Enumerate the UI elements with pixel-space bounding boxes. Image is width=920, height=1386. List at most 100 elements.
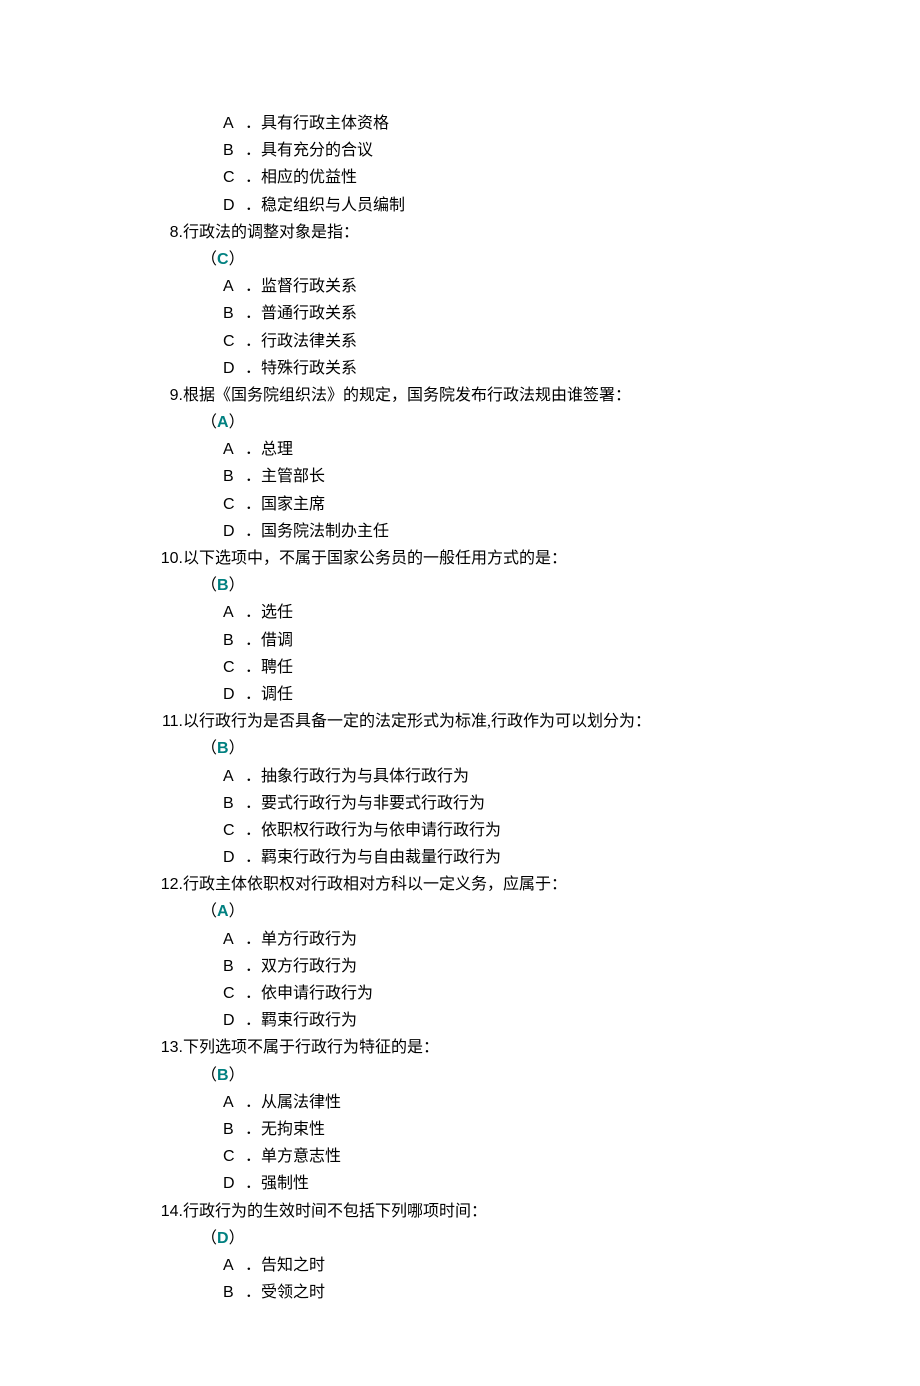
option-letter: B (223, 137, 245, 164)
option-period: ． (245, 822, 261, 839)
option-text: 稳定组织与人员编制 (261, 197, 405, 214)
option-line: C．相应的优益性 (140, 164, 780, 191)
option-line: A．从属法律性 (140, 1089, 780, 1116)
answer-line: （B） (140, 1062, 780, 1089)
option-letter: B (223, 463, 245, 490)
paren-close: ） (229, 577, 245, 594)
question-stem: 10.以下选项中，不属于国家公务员的一般任用方式的是： (140, 545, 780, 572)
option-line: B．普通行政关系 (140, 300, 780, 327)
option-line: D．羁束行政行为与自由裁量行政行为 (140, 844, 780, 871)
option-letter: D (223, 518, 245, 545)
option-line: D．强制性 (140, 1170, 780, 1197)
option-letter: D (223, 844, 245, 871)
option-text: 借调 (261, 632, 293, 649)
option-text: 主管部长 (261, 468, 325, 485)
option-letter: B (223, 300, 245, 327)
option-period: ． (245, 1121, 261, 1138)
option-line: D．羁束行政行为 (140, 1007, 780, 1034)
question-number: 12. (155, 871, 183, 898)
option-line: A．单方行政行为 (140, 926, 780, 953)
question-number: 10. (155, 545, 183, 572)
option-period: ． (245, 1148, 261, 1165)
answer-line: （C） (140, 246, 780, 273)
option-period: ． (245, 985, 261, 1002)
answer-letter: B (217, 577, 229, 594)
option-letter: B (223, 1116, 245, 1143)
option-line: B．具有充分的合议 (140, 137, 780, 164)
option-line: A．选任 (140, 599, 780, 626)
paren-open: （ (201, 1067, 217, 1084)
option-text: 单方意志性 (261, 1148, 341, 1165)
option-text: 依职权行政行为与依申请行政行为 (261, 822, 501, 839)
option-period: ． (245, 795, 261, 812)
option-period: ． (245, 1012, 261, 1029)
option-text: 具有充分的合议 (261, 142, 373, 159)
option-period: ． (245, 197, 261, 214)
option-line: D．国务院法制办主任 (140, 518, 780, 545)
option-period: ． (245, 1257, 261, 1274)
answer-line: （A） (140, 898, 780, 925)
question-stem: 11.以行政行为是否具备一定的法定形式为标准,行政作为可以划分为： (140, 708, 780, 735)
option-text: 受领之时 (261, 1284, 325, 1301)
option-line: C．行政法律关系 (140, 328, 780, 355)
option-line: B．要式行政行为与非要式行政行为 (140, 790, 780, 817)
option-text: 要式行政行为与非要式行政行为 (261, 795, 485, 812)
answer-letter: B (217, 740, 229, 757)
option-text: 具有行政主体资格 (261, 115, 389, 132)
option-period: ． (245, 278, 261, 295)
option-letter: A (223, 926, 245, 953)
option-period: ． (245, 142, 261, 159)
answer-line: （D） (140, 1225, 780, 1252)
question-list: A．具有行政主体资格B．具有充分的合议C．相应的优益性D．稳定组织与人员编制8.… (140, 110, 780, 1306)
option-text: 强制性 (261, 1175, 309, 1192)
option-text: 无拘束性 (261, 1121, 325, 1138)
option-period: ． (245, 468, 261, 485)
option-line: C．聘任 (140, 654, 780, 681)
option-text: 监督行政关系 (261, 278, 357, 295)
option-period: ． (245, 169, 261, 186)
question-number: 9. (155, 382, 183, 409)
paren-open: （ (201, 740, 217, 757)
question-text: 以下选项中，不属于国家公务员的一般任用方式的是： (183, 550, 567, 567)
question-number: 8. (155, 219, 183, 246)
option-text: 依申请行政行为 (261, 985, 373, 1002)
option-text: 总理 (261, 441, 293, 458)
option-letter: B (223, 627, 245, 654)
option-letter: A (223, 599, 245, 626)
option-line: D．特殊行政关系 (140, 355, 780, 382)
option-text: 从属法律性 (261, 1094, 341, 1111)
option-text: 行政法律关系 (261, 333, 357, 350)
paren-close: ） (229, 1230, 245, 1247)
option-period: ． (245, 604, 261, 621)
question-text: 根据《国务院组织法》的规定，国务院发布行政法规由谁签署： (183, 387, 631, 404)
question-stem: 8.行政法的调整对象是指： (140, 219, 780, 246)
paren-close: ） (229, 414, 245, 431)
option-text: 抽象行政行为与具体行政行为 (261, 768, 469, 785)
option-letter: B (223, 1279, 245, 1306)
paren-open: （ (201, 1230, 217, 1247)
question-text: 行政法的调整对象是指： (183, 224, 359, 241)
option-line: C．单方意志性 (140, 1143, 780, 1170)
option-period: ． (245, 115, 261, 132)
question-stem: 9.根据《国务院组织法》的规定，国务院发布行政法规由谁签署： (140, 382, 780, 409)
option-letter: A (223, 763, 245, 790)
option-letter: D (223, 192, 245, 219)
option-line: D．调任 (140, 681, 780, 708)
question-text: 以行政行为是否具备一定的法定形式为标准,行政作为可以划分为： (183, 713, 651, 730)
option-letter: A (223, 436, 245, 463)
answer-letter: A (217, 903, 229, 920)
option-letter: C (223, 164, 245, 191)
answer-letter: D (217, 1230, 229, 1247)
question-stem: 13.下列选项不属于行政行为特征的是： (140, 1034, 780, 1061)
option-text: 调任 (261, 686, 293, 703)
option-period: ． (245, 768, 261, 785)
option-letter: A (223, 1252, 245, 1279)
option-letter: C (223, 817, 245, 844)
answer-line: （B） (140, 572, 780, 599)
option-text: 国家主席 (261, 496, 325, 513)
question-text: 行政主体依职权对行政相对方科以一定义务，应属于： (183, 876, 567, 893)
question-number: 14. (155, 1198, 183, 1225)
paren-open: （ (201, 903, 217, 920)
option-text: 聘任 (261, 659, 293, 676)
option-letter: A (223, 273, 245, 300)
